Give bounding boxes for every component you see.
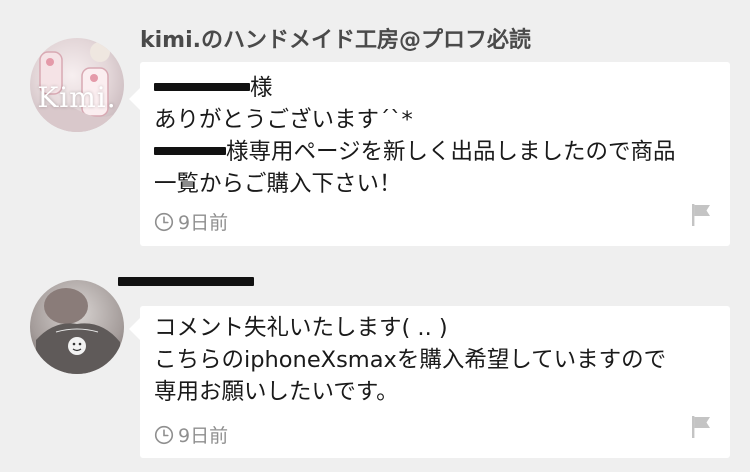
author-name[interactable]: kimi.のハンドメイド工房@プロフ必読 [140, 22, 531, 54]
avatar-photo [30, 280, 124, 374]
comment-line: コメント失礼いたします( .. ) [154, 315, 448, 341]
avatar[interactable] [30, 280, 124, 374]
timestamp: 9日前 [154, 208, 228, 235]
redaction-mark [154, 146, 226, 155]
comment-text: 様 ありがとうございます´`* 様専用ページを新しく出品しましたので商品 一覧か… [154, 72, 716, 200]
comment-line: 様専用ページを新しく出品しましたので商品 [154, 136, 716, 168]
redaction-mark [118, 277, 254, 286]
comment-line: ありがとうございます´`* [154, 107, 413, 133]
comment-line: 専用お願いしたいです。 [154, 379, 399, 405]
comment-bubble: コメント失礼いたします( .. ) こちらのiphoneXsmaxを購入希望して… [129, 306, 730, 458]
clock-icon [154, 425, 174, 444]
bubble-arrow [129, 88, 140, 110]
comment-line: こちらのiphoneXsmaxを購入希望していますので [154, 347, 667, 373]
flag-icon[interactable] [690, 202, 712, 228]
comment-bubble: 様 ありがとうございます´`* 様専用ページを新しく出品しましたので商品 一覧か… [129, 62, 730, 246]
clock-icon [154, 212, 174, 231]
comment-item: コメント失礼いたします( .. ) こちらのiphoneXsmaxを購入希望して… [0, 250, 750, 472]
bubble-arrow [129, 318, 140, 340]
timestamp-text: 9日前 [178, 425, 229, 447]
redaction-mark [154, 82, 250, 91]
comment-line: 一覧からご購入下さい！ [154, 171, 402, 197]
avatar[interactable]: Kimi. [30, 38, 124, 132]
comment-text: コメント失礼いたします( .. ) こちらのiphoneXsmaxを購入希望して… [154, 312, 716, 408]
flag-icon[interactable] [690, 414, 712, 440]
comment-item: Kimi. kimi.のハンドメイド工房@プロフ必読 様 ありがとうございます´… [0, 0, 750, 250]
avatar-label: Kimi. [37, 81, 117, 115]
timestamp: 9日前 [154, 421, 228, 448]
timestamp-text: 9日前 [178, 212, 229, 234]
comment-line: 様 [154, 72, 716, 104]
